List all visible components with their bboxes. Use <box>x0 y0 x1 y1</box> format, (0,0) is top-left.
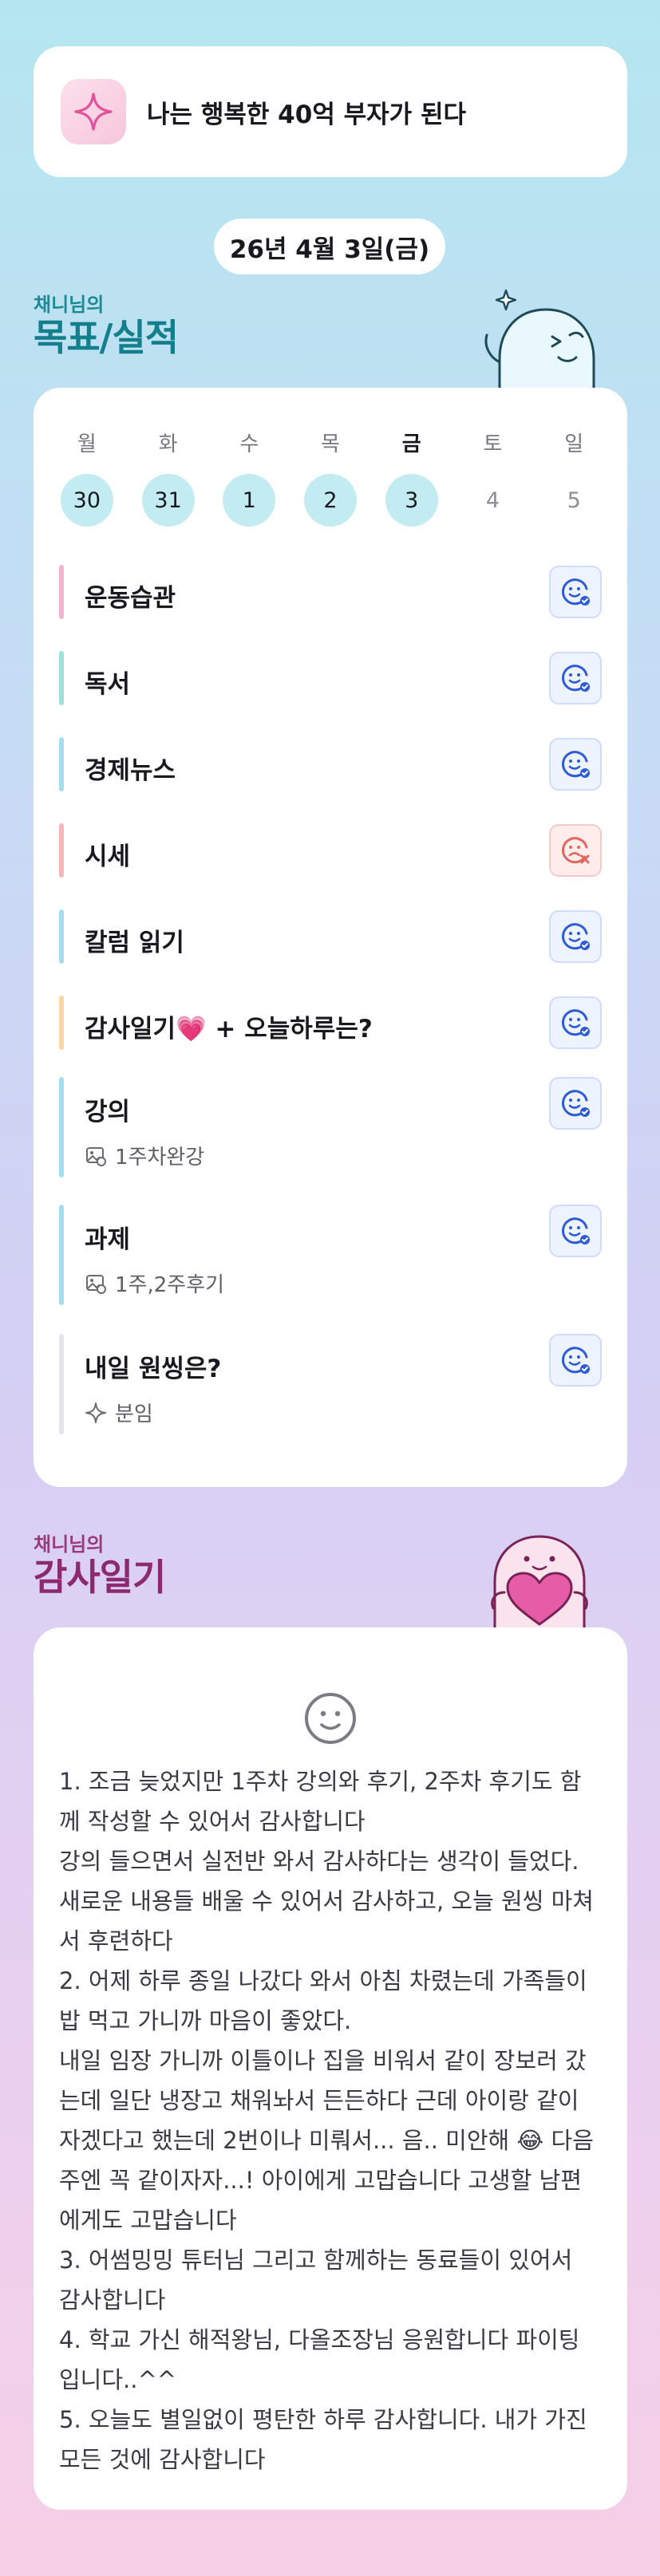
habit-color-bar <box>59 996 64 1050</box>
day-number: 5 <box>567 487 581 513</box>
habit-status-button[interactable] <box>549 1205 602 1257</box>
sparkle-icon <box>61 79 126 144</box>
habit-title: 감사일기💗 + 오늘하루는? <box>85 1015 373 1043</box>
gratitude-section-heading: 감사일기 <box>34 1556 166 1599</box>
photo-icon <box>85 1272 107 1295</box>
habit-row[interactable]: 내일 원씽은? 분임 <box>59 1334 602 1434</box>
smile-check-icon <box>561 923 590 950</box>
day-sat[interactable]: 토 4 <box>453 431 534 527</box>
goals-section-subtitle: 채니님의 <box>34 294 105 316</box>
habit-note-text: 1주차완강 <box>115 1146 205 1170</box>
habit-color-bar <box>59 737 64 791</box>
goals-panel: 월 30 화 31 수 1 목 2 금 3 토 4 일 5 운동습관 독서 경제… <box>34 388 627 1487</box>
day-name: 수 <box>239 432 259 456</box>
habit-color-bar <box>59 651 64 705</box>
day-number: 31 <box>141 474 195 527</box>
day-number: 1 <box>223 474 276 527</box>
smile-check-icon <box>561 1217 590 1245</box>
habit-color-bar <box>59 565 64 619</box>
habit-color-bar <box>59 1205 64 1305</box>
habit-row[interactable]: 칼럼 읽기 <box>59 909 602 964</box>
habit-status-button[interactable] <box>549 566 602 618</box>
habit-color-bar <box>59 1334 64 1434</box>
photo-icon <box>85 1145 107 1167</box>
week-calendar: 월 30 화 31 수 1 목 2 금 3 토 4 일 5 <box>46 431 615 527</box>
day-name: 목 <box>321 432 340 456</box>
habit-color-bar <box>59 823 64 878</box>
ghost-mascot-icon <box>484 289 595 391</box>
day-name: 토 <box>483 432 503 456</box>
goals-section-heading: 목표/실적 <box>34 316 179 359</box>
habit-row[interactable]: 경제뉴스 <box>59 737 602 791</box>
day-number: 30 <box>60 474 113 527</box>
gratitude-panel: 1. 조금 늦었지만 1주차 강의와 후기, 2주차 후기도 함께 작성할 수 … <box>34 1627 627 2510</box>
habit-note: 분임 <box>85 1398 153 1427</box>
habit-title: 과제 <box>85 1225 131 1254</box>
day-number: 4 <box>485 487 500 513</box>
diary-text: 1. 조금 늦었지만 1주차 강의와 후기, 2주차 후기도 함께 작성할 수 … <box>59 1768 594 2473</box>
habit-title: 경제뉴스 <box>85 756 176 785</box>
sad-x-icon <box>561 837 590 864</box>
day-number: 3 <box>385 474 438 527</box>
habit-row[interactable]: 시세 <box>59 823 602 878</box>
smile-check-icon <box>561 1090 590 1117</box>
smile-check-icon <box>561 1347 590 1374</box>
habit-title: 독서 <box>85 670 131 699</box>
habit-row[interactable]: 독서 <box>59 651 602 705</box>
goal-text: 나는 행복한 40억 부자가 된다 <box>147 100 467 129</box>
habit-row[interactable]: 과제 1주,2주후기 <box>59 1205 602 1305</box>
habit-status-button[interactable] <box>549 738 602 791</box>
habit-note-text: 분임 <box>115 1402 153 1426</box>
day-sun[interactable]: 일 5 <box>533 431 615 527</box>
gratitude-section-subtitle: 채니님의 <box>34 1533 105 1556</box>
habit-row[interactable]: 운동습관 <box>59 565 602 619</box>
day-tue[interactable]: 화 31 <box>128 431 209 527</box>
habit-title: 시세 <box>85 842 131 871</box>
sparkle-icon <box>85 1402 107 1424</box>
day-name: 일 <box>564 432 584 456</box>
habit-status-button[interactable] <box>549 1077 602 1130</box>
day-mon[interactable]: 월 30 <box>46 431 128 527</box>
smile-check-icon <box>561 751 590 778</box>
habit-title: 칼럼 읽기 <box>85 929 184 957</box>
smile-check-icon <box>561 578 590 606</box>
habit-title: 운동습관 <box>85 584 176 613</box>
habit-status-button[interactable] <box>549 824 602 877</box>
heart-mascot-icon <box>491 1535 588 1631</box>
day-name: 화 <box>158 432 178 456</box>
habit-note: 1주,2주후기 <box>85 1268 224 1298</box>
smile-check-icon <box>561 1009 590 1036</box>
day-thu[interactable]: 목 2 <box>290 431 371 527</box>
habit-row[interactable]: 감사일기💗 + 오늘하루는? <box>59 996 602 1050</box>
day-name: 금 <box>401 432 421 456</box>
habit-status-button[interactable] <box>549 996 602 1049</box>
smile-check-icon <box>561 665 590 692</box>
habit-status-button[interactable] <box>549 910 602 963</box>
habit-status-button[interactable] <box>549 1334 602 1387</box>
day-number: 2 <box>304 474 358 527</box>
smile-icon[interactable] <box>303 1691 358 1746</box>
day-wed[interactable]: 수 1 <box>208 431 290 527</box>
habit-note: 1주차완강 <box>85 1141 204 1170</box>
habit-note-text: 1주,2주후기 <box>115 1273 225 1297</box>
habit-color-bar <box>59 1077 64 1178</box>
date-label[interactable]: 26년 4월 3일(금) <box>214 219 445 274</box>
habit-title: 내일 원씽은? <box>85 1355 222 1383</box>
day-name: 월 <box>77 432 97 456</box>
goal-card[interactable]: 나는 행복한 40억 부자가 된다 <box>34 46 627 177</box>
gratitude-section-title: 채니님의 감사일기 <box>34 1533 166 1599</box>
goals-section-title: 채니님의 목표/실적 <box>34 294 179 359</box>
habit-status-button[interactable] <box>549 652 602 704</box>
habit-row[interactable]: 강의 1주차완강 <box>59 1077 602 1178</box>
day-fri[interactable]: 금 3 <box>371 431 453 527</box>
habit-title: 강의 <box>85 1098 131 1126</box>
habit-color-bar <box>59 909 64 964</box>
